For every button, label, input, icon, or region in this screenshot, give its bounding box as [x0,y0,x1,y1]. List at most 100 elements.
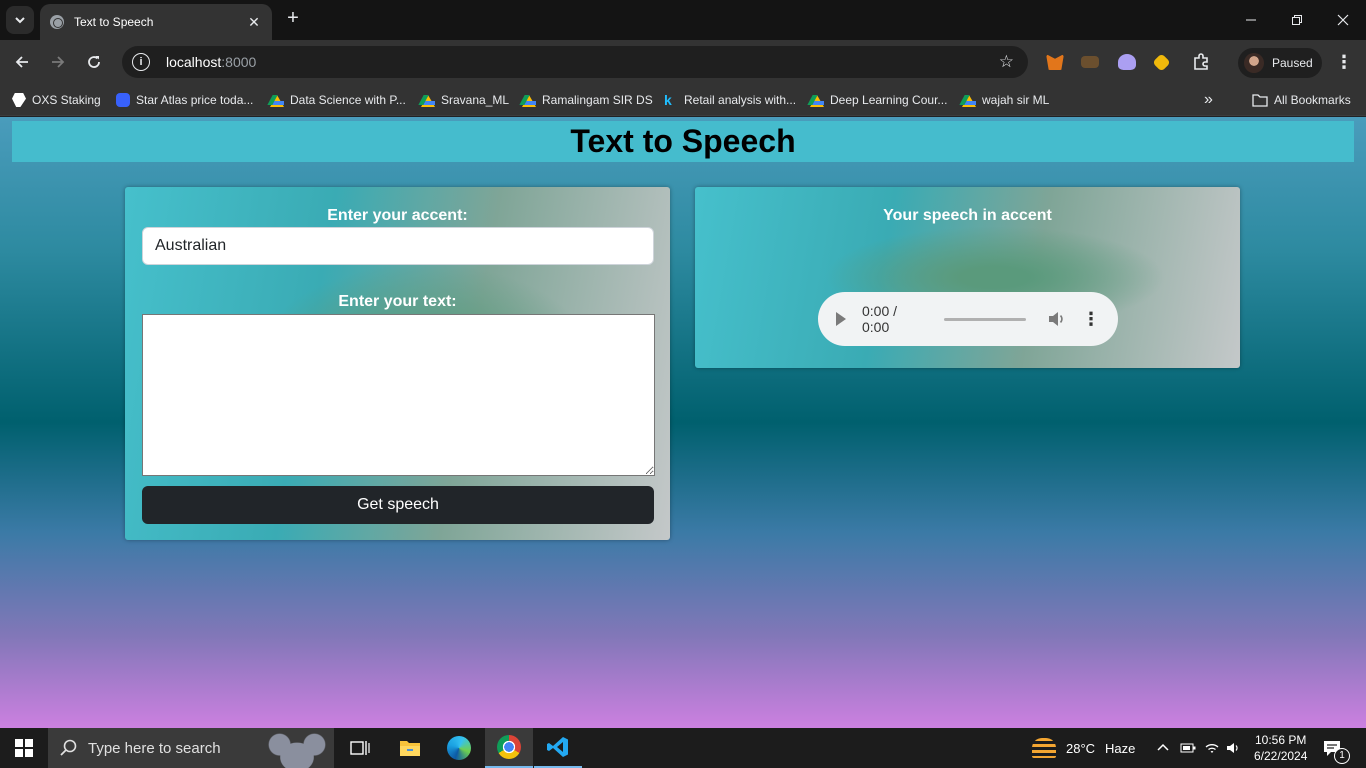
bookmark-label: Retail analysis with... [684,93,797,107]
all-bookmarks-label: All Bookmarks [1274,93,1351,107]
tab-search-button[interactable] [6,6,34,34]
audio-player[interactable]: 0:00 / 0:00 ⋮ [818,292,1118,346]
get-speech-button[interactable]: Get speech [142,486,654,524]
audio-progress-slider[interactable] [944,317,1027,321]
folder-icon [1252,94,1268,107]
drive-icon [421,93,435,107]
browser-toolbar: i localhost:8000 ☆ [0,40,1366,84]
text-label: Enter your text: [338,293,457,310]
bookmark-item[interactable]: Deep Learning Cour... [810,92,947,108]
restore-icon [1292,15,1302,25]
extensions-puzzle-icon[interactable] [1191,52,1211,72]
battery-icon[interactable] [1180,742,1196,754]
search-icon [60,739,77,756]
binance-extension-icon[interactable] [1152,53,1171,72]
bookmark-item[interactable]: OXS Staking [12,92,101,108]
taskbar-search-box[interactable]: Type here to search [48,728,334,768]
tab-text-to-speech[interactable]: Text to Speech ✕ [40,4,272,40]
tab-close-icon[interactable]: ✕ [246,14,262,31]
bookmarks-bar: OXS Staking Star Atlas price toda... Dat… [0,84,1366,116]
output-card: Your speech in accent 0:00 / 0:00 ⋮ [695,187,1240,368]
drive-icon [962,93,976,107]
chevron-up-icon[interactable] [1156,741,1170,755]
page-title: Text to Speech [570,123,796,159]
weather-widget[interactable]: 28°C Haze [1032,728,1135,768]
chevron-down-icon [15,17,25,24]
notification-center-button[interactable]: 1 [1322,728,1350,768]
audio-more-options-icon[interactable]: ⋮ [1082,309,1100,330]
bookmark-label: Ramalingam SIR DS [542,93,653,107]
clock-time: 10:56 PM [1255,733,1307,747]
metamask-extension-icon[interactable] [1046,54,1064,70]
chrome-button[interactable] [485,728,533,768]
reload-button[interactable] [80,48,108,76]
system-tray [1156,728,1242,768]
profile-button[interactable]: Paused [1238,48,1322,78]
chrome-icon [497,735,521,759]
edge-button[interactable] [435,728,483,768]
tab-title: Text to Speech [74,15,154,29]
output-label: Your speech in accent [883,207,1052,224]
all-bookmarks-button[interactable]: All Bookmarks [1252,92,1351,108]
bookmark-item[interactable]: wajah sir ML [962,92,1049,108]
address-host: localhost [166,54,222,70]
speaker-icon[interactable] [1226,741,1242,755]
input-card: Enter your accent: Enter your text: Get … [125,187,670,540]
address-port: :8000 [221,54,257,70]
edge-icon [447,736,471,760]
volume-icon[interactable] [1048,311,1066,327]
taskbar-search-placeholder: Type here to search [88,739,221,757]
reload-icon [88,56,100,68]
haze-weather-icon [1032,738,1056,758]
back-button[interactable] [8,48,36,76]
clock[interactable]: 10:56 PM 6/22/2024 [1254,728,1307,768]
windows-logo-icon [15,739,33,757]
browser-menu-icon[interactable]: ⋮ [1334,52,1354,74]
bookmark-item[interactable]: Ramalingam SIR DS [522,92,653,108]
accent-input[interactable] [142,227,654,265]
bookmark-label: Data Science with P... [290,93,406,107]
oxs-icon [12,93,26,107]
clock-date: 6/22/2024 [1254,749,1308,763]
bookmarks-overflow-button[interactable]: » [1204,91,1213,108]
task-view-button[interactable] [336,728,384,768]
bookmark-label: OXS Staking [32,93,101,107]
notification-badge: 1 [1334,748,1350,764]
new-tab-button[interactable]: + [282,8,304,30]
start-button[interactable] [0,728,48,768]
bookmark-label: Star Atlas price toda... [136,93,254,107]
accent-label: Enter your accent: [327,207,468,224]
bookmark-star-icon[interactable]: ☆ [999,52,1014,72]
avatar [1244,53,1264,73]
weather-description: Haze [1105,740,1136,756]
wallet-extension-icon[interactable] [1081,56,1099,68]
file-explorer-icon [400,741,420,756]
file-explorer-button[interactable] [386,728,434,768]
bookmark-item[interactable]: Data Science with P... [270,92,406,108]
wifi-icon[interactable] [1204,741,1220,755]
bookmark-label: wajah sir ML [982,93,1050,107]
vscode-icon [547,737,568,757]
text-input[interactable] [142,314,655,476]
drive-icon [270,93,284,107]
bookmark-item[interactable]: Star Atlas price toda... [116,92,253,108]
page-header: Text to Speech [12,121,1354,162]
vscode-button[interactable] [534,728,582,768]
globe-icon [50,15,64,29]
back-arrow-icon [15,56,28,68]
bookmark-item[interactable]: Sravana_ML [421,92,509,108]
windows-taskbar: Type here to search 28°C Haze 10:56 PM 6… [0,728,1366,768]
restore-button[interactable] [1274,0,1320,40]
forward-button[interactable] [44,48,72,76]
bookmark-item[interactable]: k Retail analysis with... [664,92,796,108]
close-window-button[interactable] [1320,0,1366,40]
site-info-icon[interactable]: i [132,53,150,71]
bookmark-label: Sravana_ML [441,93,510,107]
drive-icon [810,93,824,107]
phantom-extension-icon[interactable] [1118,54,1136,70]
address-bar[interactable]: i localhost:8000 ☆ [122,46,1028,78]
weather-temperature: 28°C [1066,740,1096,756]
minimize-button[interactable] [1228,0,1274,40]
audio-time: 0:00 / 0:00 [862,303,898,335]
play-icon[interactable] [836,312,846,326]
